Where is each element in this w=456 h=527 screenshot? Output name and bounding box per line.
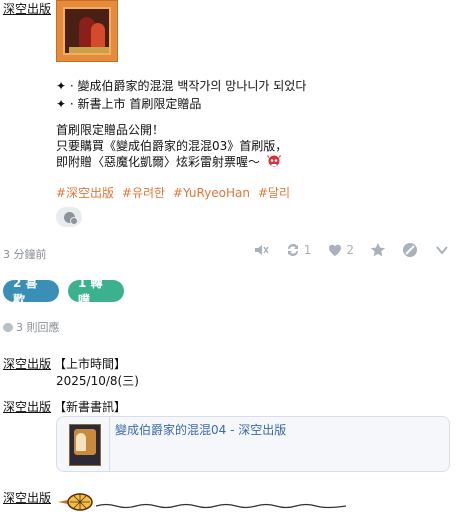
reply-text: 【新書書訊】 (54, 400, 127, 414)
reply-author[interactable]: 深空出版 (3, 489, 51, 506)
demon-skull-emoji-icon (266, 155, 281, 167)
hashtag[interactable]: #YuRyeoHan (173, 186, 250, 200)
post-title-line-1: ✦ · 變成伯爵家的混混 백작가의 망나니가 되었다 (56, 79, 307, 93)
block-button[interactable] (402, 240, 418, 260)
star-icon (370, 243, 386, 257)
reply-count-label: 3 則回應 (16, 321, 60, 334)
link-title[interactable]: 變成伯爵家的混混04 - 深空出版 (115, 421, 286, 438)
hashtag[interactable]: #달리 (258, 186, 290, 200)
reaction-icon (63, 211, 78, 225)
post-author[interactable]: 深空出版 (3, 0, 51, 17)
rope-sticker-icon (96, 503, 346, 509)
reblog-button[interactable]: 1 (285, 240, 312, 260)
lantern-sticker-icon (58, 493, 93, 511)
reply-text: 【上市時間】 (54, 357, 127, 371)
link-thumbnail (69, 424, 101, 466)
cover-bar (69, 47, 109, 53)
block-icon (403, 243, 417, 257)
mute-button[interactable] (253, 240, 269, 260)
book-cover-art (63, 7, 111, 55)
reply-author[interactable]: 深空出版 (3, 355, 51, 372)
mute-icon (254, 245, 269, 255)
hashtag[interactable]: #유려한 (122, 186, 165, 200)
cover-figure-2 (91, 23, 105, 49)
more-options-button[interactable] (434, 240, 450, 260)
thumbnail-figure (76, 433, 86, 451)
comment-icon (3, 322, 13, 332)
reblog-icon (287, 244, 298, 256)
post-image[interactable] (56, 0, 118, 62)
favorite-button[interactable] (370, 240, 386, 260)
post-body-line-3: 即附贈〈惡魔化凱爾〉炫彩雷射票喔～ (56, 153, 282, 170)
post-body-line-2: 只要購買《變成伯爵家的混混03》首刷版， (56, 139, 288, 153)
like-button[interactable]: 2 (327, 240, 354, 260)
reblog-count: 1 (303, 243, 312, 257)
post-toolbar: 1 2 (237, 240, 450, 260)
post-body-line-1: 首刷限定贈品公開！ (56, 123, 165, 137)
post-title-line-2: ✦ · 新書上市 首刷限定贈品 (56, 97, 202, 111)
reply-text: 2025/10/8(三) (56, 374, 139, 388)
like-count: 2 (346, 243, 354, 257)
chevron-down-icon (436, 246, 448, 255)
post-timestamp: 3 分鐘前 (3, 248, 47, 261)
likes-pill[interactable]: 2 喜歡 (3, 276, 59, 307)
link-divider (109, 417, 110, 471)
reply-author[interactable]: 深空出版 (3, 398, 51, 415)
heart-icon (329, 244, 342, 256)
link-preview-card[interactable]: 變成伯爵家的混混04 - 深空出版 (56, 416, 450, 472)
reply-count[interactable]: 3 則回應 (3, 319, 60, 335)
add-reaction-button[interactable] (56, 207, 82, 227)
post-body-line-3-text: 即附贈〈惡魔化凱爾〉炫彩雷射票喔～ (56, 155, 261, 169)
hashtag[interactable]: #深空出版 (56, 186, 114, 200)
reblogs-pill[interactable]: 1 轉噗 (68, 276, 124, 307)
hashtag-list: #深空出版 #유려한 #YuRyeoHan #달리 (56, 184, 294, 201)
